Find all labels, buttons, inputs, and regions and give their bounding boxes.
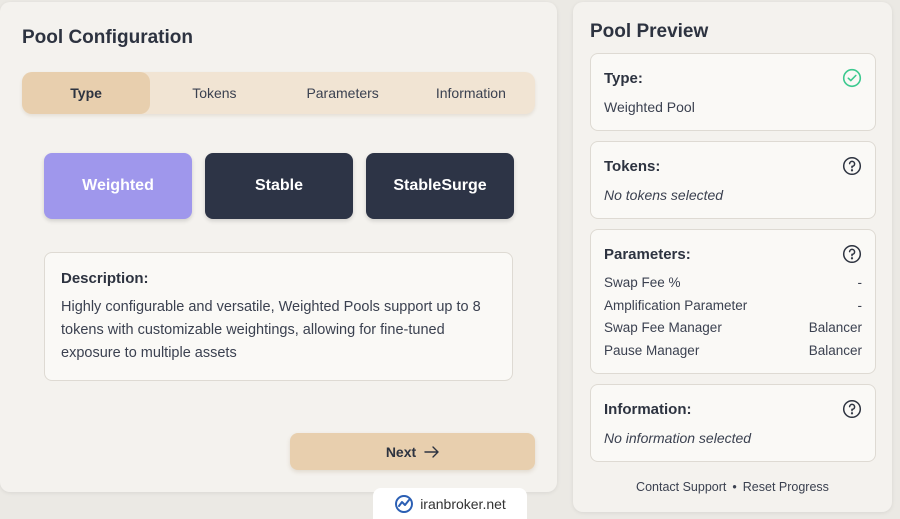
description-box: Description: Highly configurable and ver…	[44, 252, 513, 381]
param-row: Pause Manager Balancer	[604, 340, 862, 363]
page-title: Pool Configuration	[22, 27, 193, 48]
preview-footer: Contact Support • Reset Progress	[573, 480, 892, 494]
pool-configuration-panel: Pool Configuration Type Tokens Parameter…	[0, 2, 557, 492]
param-value: -	[857, 275, 863, 290]
param-row: Swap Fee Manager Balancer	[604, 317, 862, 340]
contact-support-link[interactable]: Contact Support	[636, 480, 726, 494]
stablesurge-type-button[interactable]: StableSurge	[366, 153, 514, 219]
tab-type[interactable]: Type	[22, 72, 151, 114]
question-circle-icon[interactable]	[842, 156, 862, 176]
tokens-card: Tokens: No tokens selected	[590, 141, 876, 219]
description-text: Highly configurable and versatile, Weigh…	[61, 299, 481, 361]
information-card-heading: Information:	[604, 400, 692, 418]
param-row: Swap Fee % -	[604, 272, 862, 295]
pool-type-selector: Weighted Stable StableSurge	[44, 153, 514, 219]
weighted-type-button[interactable]: Weighted	[44, 153, 192, 219]
param-row: Amplification Parameter -	[604, 295, 862, 318]
tab-tokens[interactable]: Tokens	[150, 72, 278, 114]
preview-title: Pool Preview	[590, 21, 709, 42]
question-circle-icon[interactable]	[842, 399, 862, 419]
config-tabs: Type Tokens Parameters Information	[22, 72, 535, 114]
param-value: Balancer	[808, 343, 862, 359]
watermark-text: iranbroker.net	[420, 495, 506, 512]
param-value: -	[857, 297, 863, 313]
watermark: iranbroker.net	[373, 488, 527, 519]
param-label: Amplification Parameter	[604, 297, 748, 313]
description-heading: Description:	[61, 270, 149, 287]
reset-progress-link[interactable]: Reset Progress	[743, 480, 829, 494]
next-button-label: Next	[385, 443, 417, 460]
type-card-value: Weighted Pool	[604, 99, 695, 115]
information-card: Information: No information selected	[590, 384, 876, 462]
check-circle-icon	[842, 68, 862, 88]
parameters-card-heading: Parameters:	[604, 245, 691, 263]
tokens-card-value: No tokens selected	[604, 187, 724, 203]
param-label: Pause Manager	[604, 343, 700, 359]
parameters-card: Parameters: Swap Fee % - Amplification P…	[590, 229, 876, 374]
pool-preview-panel: Pool Preview Type: Weighted Pool Tokens:…	[573, 2, 892, 512]
next-button[interactable]: Next	[290, 433, 535, 470]
footer-separator: •	[732, 480, 737, 494]
tokens-card-heading: Tokens:	[604, 157, 661, 175]
param-label: Swap Fee Manager	[604, 320, 722, 336]
type-card: Type: Weighted Pool	[590, 53, 876, 131]
chart-logo-icon	[395, 494, 414, 513]
information-card-value: No information selected	[604, 430, 752, 446]
type-card-heading: Type:	[604, 69, 643, 87]
parameters-list: Swap Fee % - Amplification Parameter - S…	[604, 272, 862, 363]
tab-information[interactable]: Information	[407, 72, 535, 114]
question-circle-icon[interactable]	[842, 244, 862, 264]
param-label: Swap Fee %	[604, 275, 681, 290]
arrow-right-icon	[424, 445, 439, 458]
param-value: Balancer	[808, 320, 862, 336]
stable-type-button[interactable]: Stable	[205, 153, 353, 219]
tab-parameters[interactable]: Parameters	[279, 72, 407, 114]
